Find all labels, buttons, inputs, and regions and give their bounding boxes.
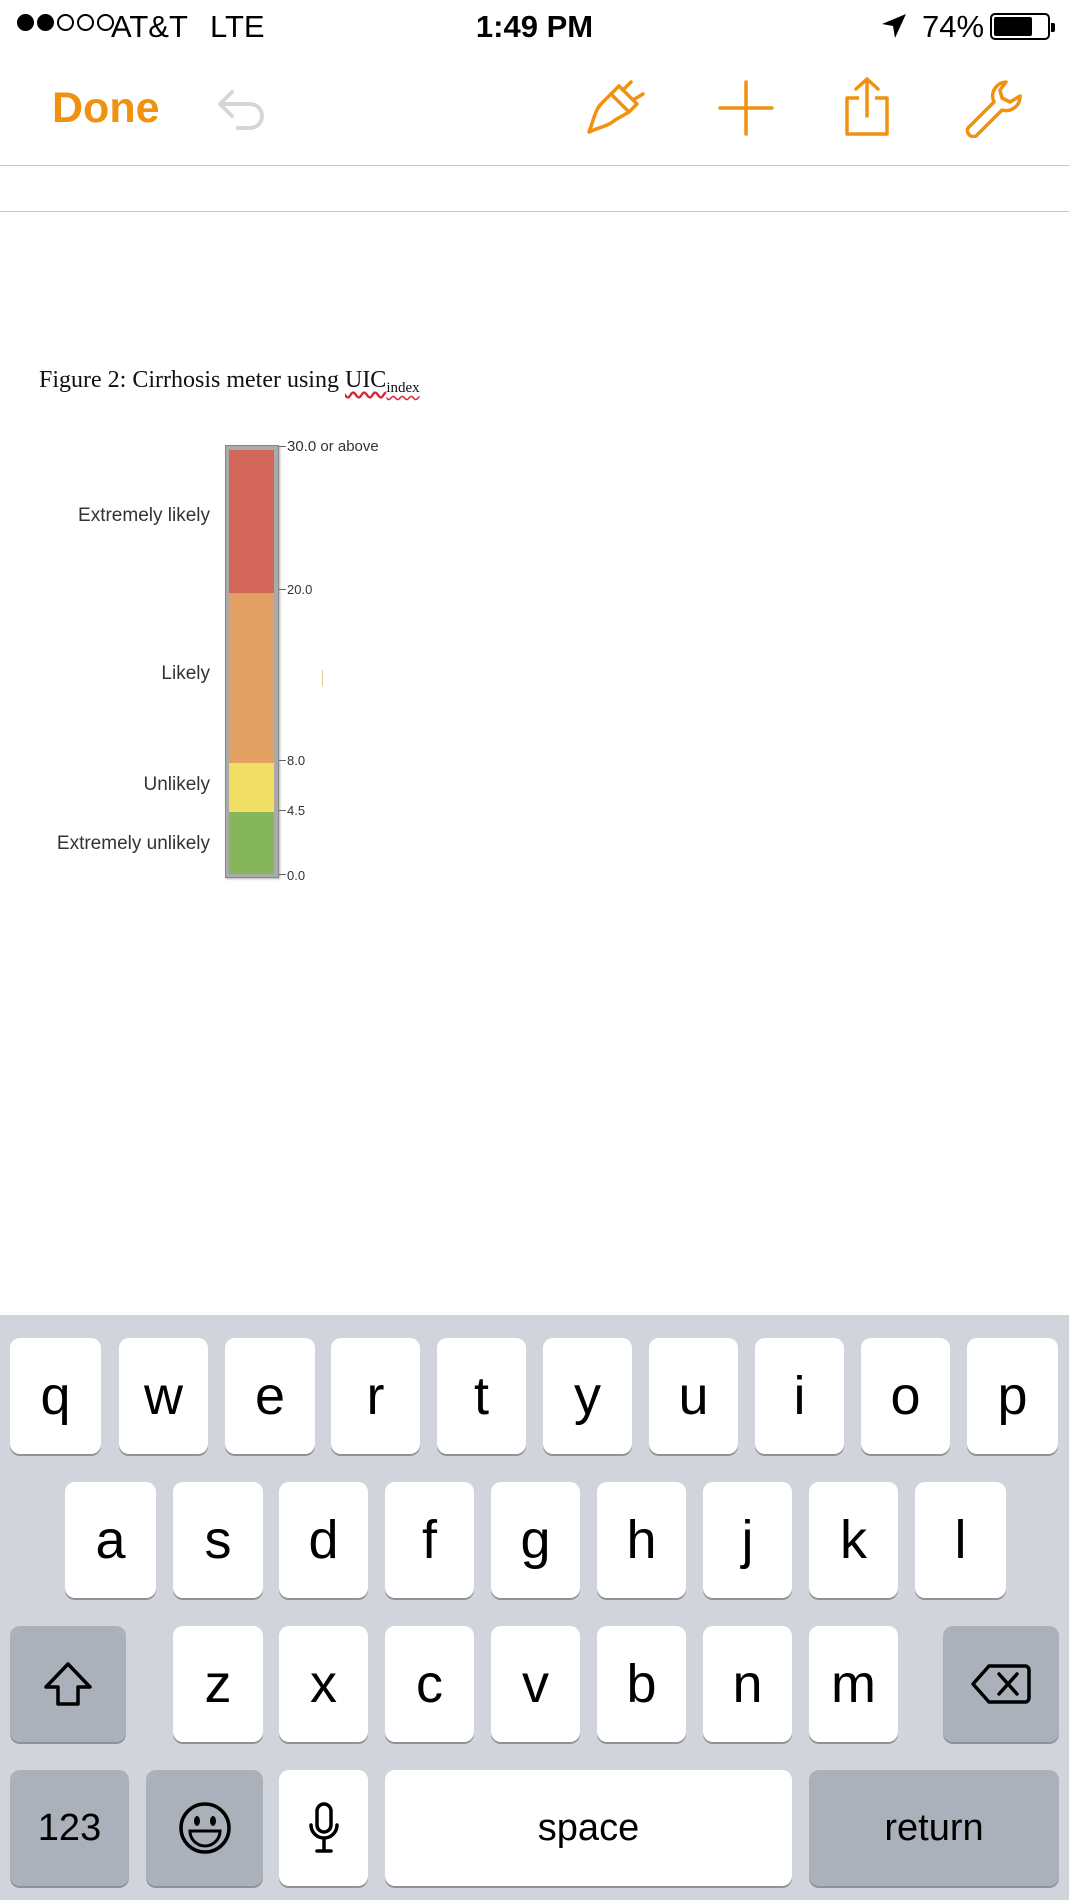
space-key[interactable]: space xyxy=(385,1770,792,1886)
key-x[interactable]: x xyxy=(279,1626,368,1742)
key-z[interactable]: z xyxy=(173,1626,263,1742)
battery-percent: 74% xyxy=(922,9,985,44)
meter-label-likely: Likely xyxy=(161,663,210,684)
meter-segment-likely xyxy=(229,593,274,763)
meter-label-unlikely: Unlikely xyxy=(143,774,210,795)
text-cursor xyxy=(322,670,323,686)
paintbrush-icon[interactable] xyxy=(583,80,649,140)
shift-key[interactable] xyxy=(10,1626,126,1742)
battery-icon xyxy=(990,13,1055,40)
key-f[interactable]: f xyxy=(385,1482,474,1598)
return-key[interactable]: return xyxy=(809,1770,1059,1886)
meter-tick xyxy=(279,810,286,811)
key-k[interactable]: k xyxy=(809,1482,898,1598)
caption-subscript: index xyxy=(386,380,420,396)
meter-segment-unlikely xyxy=(229,763,274,812)
key-e[interactable]: e xyxy=(225,1338,315,1454)
emoji-icon xyxy=(178,1802,231,1854)
tick-label-4-5: 4.5 xyxy=(287,803,306,818)
keyboard: q w e r t y u i o p a s d f g h j k l z … xyxy=(0,1315,1069,1900)
location-arrow-icon xyxy=(882,14,906,38)
wrench-icon[interactable] xyxy=(962,78,1022,138)
key-o[interactable]: o xyxy=(861,1338,950,1454)
key-s[interactable]: s xyxy=(173,1482,263,1598)
key-u[interactable]: u xyxy=(649,1338,738,1454)
caption-uic: UIC xyxy=(344,367,387,393)
key-t[interactable]: t xyxy=(437,1338,526,1454)
key-p[interactable]: p xyxy=(967,1338,1058,1454)
tick-label-20: 20.0 xyxy=(287,582,313,597)
document-toolbar: Done xyxy=(0,54,1069,166)
status-bar: AT&T LTE 1:49 PM 74% xyxy=(0,0,1069,54)
key-d[interactable]: d xyxy=(279,1482,368,1598)
meter-tick xyxy=(279,760,286,761)
caption-text: Figure 2: Cirrhosis meter using xyxy=(39,367,345,393)
key-a[interactable]: a xyxy=(65,1482,156,1598)
meter-label-extremely-likely: Extremely likely xyxy=(78,505,210,526)
meter-segment-extremely-unlikely xyxy=(229,812,274,874)
plus-icon[interactable] xyxy=(718,80,774,136)
meter-tick xyxy=(279,589,286,590)
done-button[interactable]: Done xyxy=(52,84,160,133)
emoji-key[interactable] xyxy=(146,1770,263,1886)
undo-icon[interactable] xyxy=(208,84,268,134)
microphone-icon xyxy=(308,1802,339,1853)
share-icon[interactable] xyxy=(843,76,891,138)
key-r[interactable]: r xyxy=(331,1338,420,1454)
key-l[interactable]: l xyxy=(915,1482,1006,1598)
key-g[interactable]: g xyxy=(491,1482,580,1598)
backspace-icon xyxy=(971,1664,1031,1704)
document-page[interactable]: Figure 2: Cirrhosis meter using UICindex… xyxy=(0,212,1069,1315)
clock: 1:49 PM xyxy=(475,9,594,44)
key-v[interactable]: v xyxy=(491,1626,580,1742)
key-q[interactable]: q xyxy=(10,1338,101,1454)
figure-caption: Figure 2: Cirrhosis meter using UICindex xyxy=(39,367,420,396)
key-c[interactable]: c xyxy=(385,1626,474,1742)
tick-label-8: 8.0 xyxy=(287,753,306,768)
tick-label-30: 30.0 or above xyxy=(287,438,379,455)
numbers-key[interactable]: 123 xyxy=(10,1770,129,1886)
shift-icon xyxy=(44,1662,92,1706)
tick-label-0: 0.0 xyxy=(287,868,306,883)
meter-tick xyxy=(279,446,286,447)
key-n[interactable]: n xyxy=(703,1626,792,1742)
key-b[interactable]: b xyxy=(597,1626,686,1742)
key-j[interactable]: j xyxy=(703,1482,792,1598)
meter-label-extremely-unlikely: Extremely unlikely xyxy=(56,833,210,854)
key-m[interactable]: m xyxy=(809,1626,898,1742)
meter-tick xyxy=(279,874,286,875)
dictation-key[interactable] xyxy=(279,1770,368,1886)
meter-segment-extremely-likely xyxy=(229,450,274,593)
backspace-key[interactable] xyxy=(943,1626,1059,1742)
key-h[interactable]: h xyxy=(597,1482,686,1598)
key-y[interactable]: y xyxy=(543,1338,632,1454)
key-i[interactable]: i xyxy=(755,1338,844,1454)
key-w[interactable]: w xyxy=(119,1338,208,1454)
